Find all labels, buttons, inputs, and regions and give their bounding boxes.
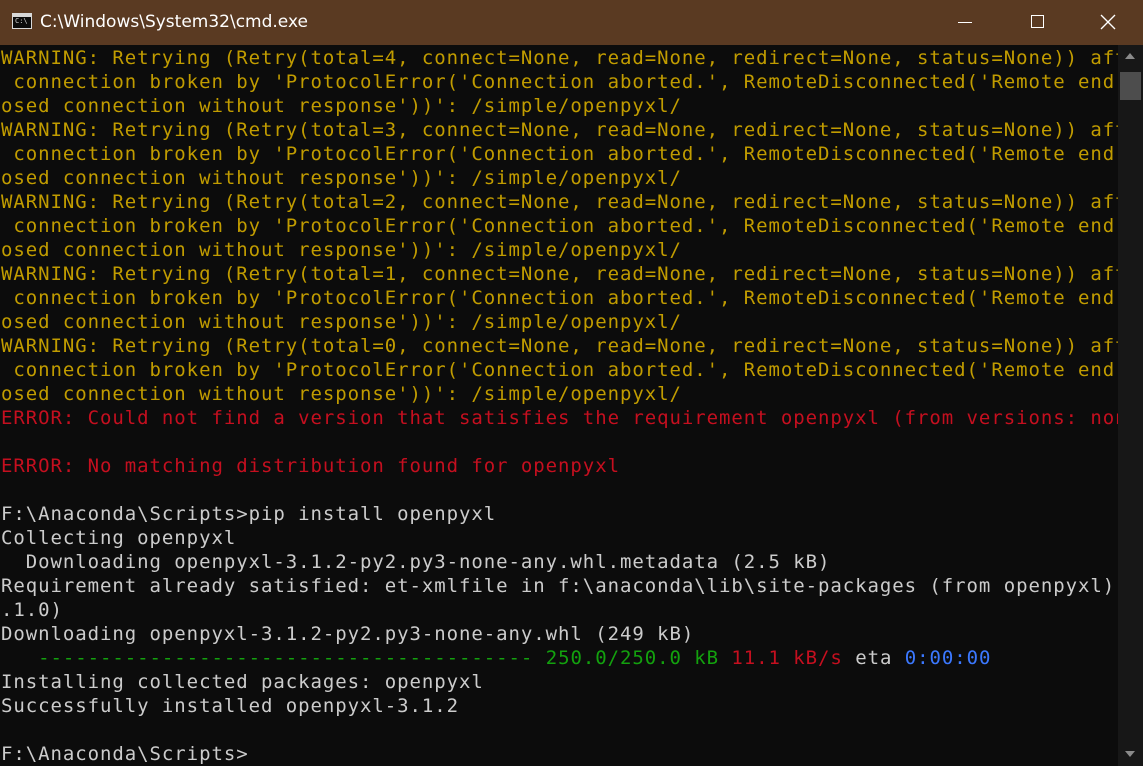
console-line: WARNING: Retrying (Retry(total=1, connec… bbox=[1, 263, 1118, 285]
console-line: connection broken by 'ProtocolError('Con… bbox=[1, 143, 1118, 165]
console-line: osed connection without response'))': /s… bbox=[1, 167, 682, 189]
command-prompt-line: F:\Anaconda\Scripts> bbox=[1, 743, 249, 765]
console-line: Installing collected packages: openpyxl bbox=[1, 671, 484, 693]
progress-size: 250.0/250.0 kB bbox=[545, 647, 719, 669]
console-line: osed connection without response'))': /s… bbox=[1, 239, 682, 261]
console-line: osed connection without response'))': /s… bbox=[1, 95, 682, 117]
progress-speed: 11.1 kB/s bbox=[731, 647, 843, 669]
minimize-icon bbox=[958, 22, 972, 23]
console-line: connection broken by 'ProtocolError('Con… bbox=[1, 215, 1118, 237]
download-progress-line: ----------------------------------------… bbox=[1, 646, 991, 670]
console-line: .1.0) bbox=[1, 599, 63, 621]
title-bar[interactable]: C:\ C:\Windows\System32\cmd.exe bbox=[0, 0, 1143, 45]
console-line: Collecting openpyxl bbox=[1, 527, 237, 549]
console-line: Downloading openpyxl-3.1.2-py2.py3-none-… bbox=[1, 623, 695, 645]
window-title: C:\Windows\System32\cmd.exe bbox=[40, 12, 308, 32]
close-icon bbox=[1100, 14, 1116, 30]
cmd-icon[interactable]: C:\ bbox=[12, 13, 32, 29]
error-line: ERROR: No matching distribution found fo… bbox=[1, 455, 620, 477]
minimize-button[interactable] bbox=[930, 0, 1000, 45]
eta-value: 0:00:00 bbox=[904, 647, 992, 669]
scroll-down-arrow-icon[interactable] bbox=[1125, 751, 1135, 757]
progress-bar: ---------------------------------------- bbox=[1, 647, 546, 669]
eta-label: eta bbox=[855, 647, 893, 669]
console-output[interactable]: WARNING: Retrying (Retry(total=4, connec… bbox=[0, 45, 1118, 766]
console-line: Requirement already satisfied: et-xmlfil… bbox=[1, 575, 1118, 597]
command-prompt-line: F:\Anaconda\Scripts>pip install openpyxl bbox=[1, 503, 497, 525]
error-line: ERROR: Could not find a version that sat… bbox=[1, 407, 1118, 429]
console-line: osed connection without response'))': /s… bbox=[1, 311, 682, 333]
vertical-scrollbar[interactable] bbox=[1118, 45, 1143, 766]
maximize-button[interactable] bbox=[1002, 0, 1072, 45]
maximize-icon bbox=[1031, 15, 1044, 28]
console-line: WARNING: Retrying (Retry(total=3, connec… bbox=[1, 119, 1118, 141]
cmd-window: C:\ C:\Windows\System32\cmd.exe WARNING:… bbox=[0, 0, 1143, 766]
success-line: Successfully installed openpyxl-3.1.2 bbox=[1, 695, 460, 717]
close-button[interactable] bbox=[1073, 0, 1143, 45]
scroll-thumb[interactable] bbox=[1120, 72, 1141, 100]
console-line: Downloading openpyxl-3.1.2-py2.py3-none-… bbox=[1, 551, 831, 573]
console-line: osed connection without response'))': /s… bbox=[1, 383, 682, 405]
console-line: WARNING: Retrying (Retry(total=0, connec… bbox=[1, 335, 1118, 357]
console-line: WARNING: Retrying (Retry(total=2, connec… bbox=[1, 191, 1118, 213]
scroll-up-arrow-icon[interactable] bbox=[1125, 53, 1135, 59]
console-line: connection broken by 'ProtocolError('Con… bbox=[1, 71, 1118, 93]
console-line: connection broken by 'ProtocolError('Con… bbox=[1, 287, 1118, 309]
console-line: WARNING: Retrying (Retry(total=4, connec… bbox=[1, 47, 1118, 69]
console-line: connection broken by 'ProtocolError('Con… bbox=[1, 359, 1118, 381]
